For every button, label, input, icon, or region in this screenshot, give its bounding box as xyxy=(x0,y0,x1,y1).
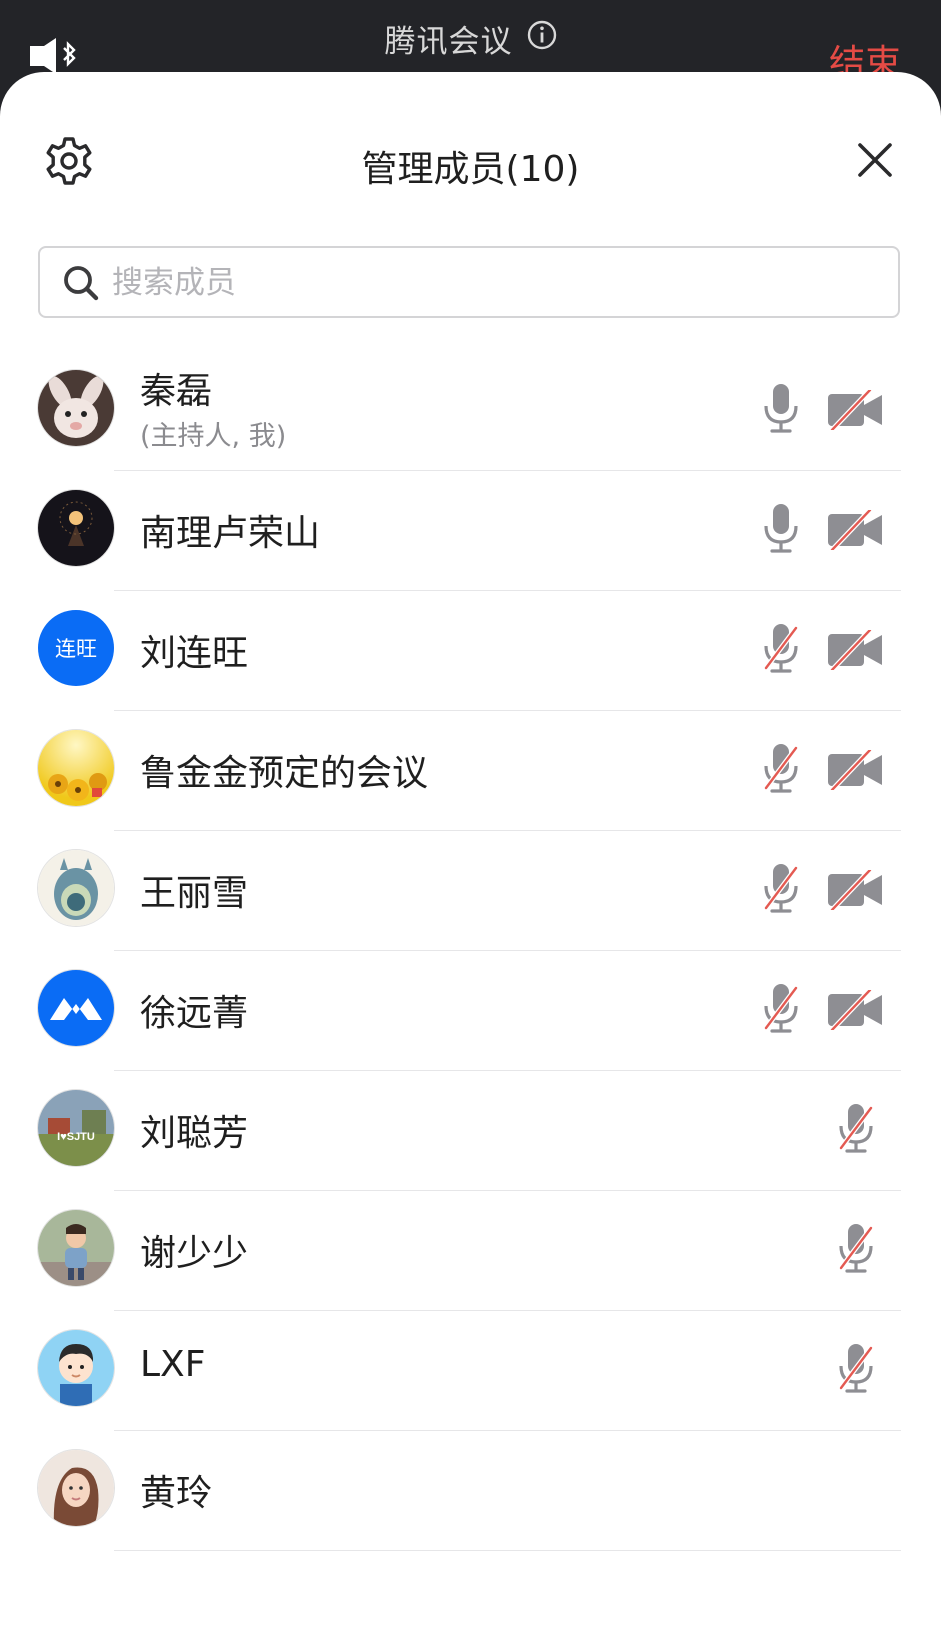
svg-text:I♥SJTU: I♥SJTU xyxy=(57,1131,95,1143)
member-name: 王丽雪 xyxy=(140,873,249,914)
mic-muted-icon[interactable] xyxy=(836,1342,876,1394)
mic-muted-icon[interactable] xyxy=(836,1222,876,1274)
member-avatar xyxy=(38,1330,114,1406)
member-row[interactable]: I♥SJTU 刘聪芳 xyxy=(0,1066,941,1191)
member-row[interactable]: 谢少少 xyxy=(0,1186,941,1311)
member-row[interactable]: 连旺 刘连旺 xyxy=(0,586,941,711)
mic-icon[interactable] xyxy=(761,382,801,434)
meeting-title[interactable]: 腾讯会议 xyxy=(0,16,941,61)
mic-muted-icon[interactable] xyxy=(761,982,801,1034)
row-divider xyxy=(114,1550,901,1551)
member-avatar xyxy=(38,730,114,806)
member-avatar: 连旺 xyxy=(38,610,114,686)
member-row[interactable]: 王丽雪 xyxy=(0,826,941,951)
member-name: 刘连旺 xyxy=(140,633,249,674)
avatar-initials: 连旺 xyxy=(55,637,97,661)
member-row[interactable]: 鲁金金预定的会议 xyxy=(0,706,941,831)
member-row[interactable]: 徐远菁 xyxy=(0,946,941,1071)
member-avatar: I♥SJTU xyxy=(38,1090,114,1166)
member-name: 南理卢荣山 xyxy=(140,513,321,554)
mic-icon[interactable] xyxy=(761,502,801,554)
search-icon xyxy=(64,266,99,301)
mic-muted-icon[interactable] xyxy=(836,1102,876,1154)
meeting-title-text: 腾讯会议 xyxy=(384,24,513,60)
manage-members-panel: 管理成员(10) 秦磊 (主持人, 我) 南理卢荣山 连旺 刘连旺 xyxy=(0,72,941,1628)
camera-off-icon[interactable] xyxy=(826,628,884,672)
member-avatar xyxy=(38,1210,114,1286)
search-input[interactable] xyxy=(110,256,874,310)
member-avatar xyxy=(38,1450,114,1526)
info-icon[interactable] xyxy=(527,20,557,50)
mic-muted-icon[interactable] xyxy=(761,862,801,914)
camera-off-icon[interactable] xyxy=(826,988,884,1032)
member-search-box[interactable] xyxy=(38,246,900,318)
member-name: 鲁金金预定的会议 xyxy=(140,753,429,794)
mic-muted-icon[interactable] xyxy=(761,742,801,794)
member-name: 黄玲 xyxy=(140,1473,213,1514)
close-icon[interactable] xyxy=(857,142,893,178)
member-row[interactable]: 秦磊 (主持人, 我) xyxy=(0,346,941,471)
member-avatar xyxy=(38,970,114,1046)
member-name: 刘聪芳 xyxy=(140,1113,249,1154)
member-role: (主持人, 我) xyxy=(140,421,287,452)
member-avatar xyxy=(38,370,114,446)
camera-off-icon[interactable] xyxy=(826,388,884,432)
camera-off-icon[interactable] xyxy=(826,748,884,792)
member-row[interactable]: 南理卢荣山 xyxy=(0,466,941,591)
member-avatar xyxy=(38,490,114,566)
camera-off-icon[interactable] xyxy=(826,868,884,912)
panel-title: 管理成员(10) xyxy=(361,149,580,190)
member-row[interactable]: LXF xyxy=(0,1306,941,1431)
member-row[interactable]: 黄玲 xyxy=(0,1426,941,1551)
mic-muted-icon[interactable] xyxy=(761,622,801,674)
member-avatar xyxy=(38,850,114,926)
camera-off-icon[interactable] xyxy=(826,508,884,552)
member-name: 秦磊 xyxy=(140,371,213,412)
member-name: 谢少少 xyxy=(140,1233,249,1274)
member-name: 徐远菁 xyxy=(140,993,249,1034)
member-name: LXF xyxy=(140,1344,206,1385)
